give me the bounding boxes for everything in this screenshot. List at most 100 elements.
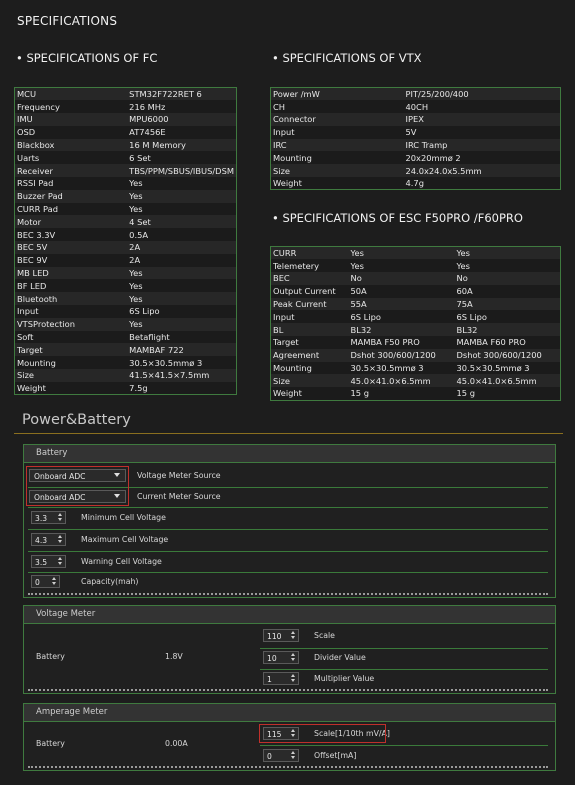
offset-label: Offset[mA] [314, 751, 357, 760]
spec-value: 16 M Memory [127, 138, 237, 152]
spec-label: IMU [14, 113, 128, 126]
warn-cell-value: 3.5 [35, 558, 48, 567]
spinner-arrows-icon[interactable] [56, 557, 64, 566]
spec-value: 24.0x24.0x5.5mm [403, 164, 561, 178]
amperage-meter-name: Battery [36, 739, 65, 748]
spec-label: Peak Current [270, 297, 349, 311]
spec-label: Input [270, 125, 404, 139]
spec-row: Soft Betaflight [14, 330, 237, 344]
spec-value: Betaflight [127, 330, 237, 344]
divider-value-input[interactable]: 10 [263, 651, 299, 664]
spec-row: MCU STM32F722RET 6 [14, 87, 237, 101]
max-cell-voltage-input[interactable]: 4.3 [31, 533, 66, 546]
spec-value: No [454, 272, 561, 285]
warning-cell-voltage-input[interactable]: 3.5 [31, 555, 66, 568]
spec-row: Mounting 30.5×30.5mmø 3 30.5×30.5mmø 3 [270, 361, 561, 375]
spec-row: Motor 4 Set [14, 215, 237, 229]
max-cell-label: Maximum Cell Voltage [81, 535, 169, 544]
spinner-arrows-icon[interactable] [289, 751, 297, 760]
page-title: SPECIFICATIONS [17, 14, 118, 28]
spec-value: 0.5A [127, 228, 237, 242]
spec-label: Mounting [270, 151, 404, 165]
spec-label: MCU [14, 87, 128, 101]
offset-value: 0 [267, 752, 272, 761]
spec-value: 30.5×30.5mmø 3 [454, 361, 561, 375]
spinner-arrows-icon[interactable] [289, 631, 297, 640]
spec-value: TBS/PPM/SBUS/IBUS/DSM [127, 164, 237, 178]
spec-row: Mounting 30.5×30.5mmø 3 [14, 356, 237, 370]
spinner-arrows-icon[interactable] [56, 513, 64, 522]
amperage-meter-panel: Amperage Meter Battery 0.00A 115 Scale[1… [23, 703, 556, 771]
spec-row: Agreement Dshot 300/600/1200 Dshot 300/600… [270, 348, 561, 362]
spec-value: 2A [127, 241, 237, 254]
spec-label: BL [270, 323, 349, 337]
spec-label: BEC [270, 272, 349, 285]
spec-value: 60A [454, 284, 561, 298]
spec-value: PIT/25/200/400 [403, 87, 561, 101]
spec-value: Yes [127, 177, 237, 190]
divider-label: Divider Value [314, 653, 366, 662]
spec-label: Target [14, 343, 128, 357]
min-cell-label: Minimum Cell Voltage [81, 513, 166, 522]
spinner-arrows-icon[interactable] [289, 653, 297, 662]
min-cell-voltage-input[interactable]: 3.3 [31, 511, 66, 524]
spec-label: Agreement [270, 348, 349, 362]
spec-row: Telemetery Yes Yes [270, 259, 561, 273]
spec-value: No [348, 272, 455, 285]
dotted-divider [28, 766, 548, 768]
spec-label: Input [14, 305, 128, 318]
voltage-scale-input[interactable]: 110 [263, 629, 299, 642]
spec-value: MAMBA F60 PRO [454, 336, 561, 349]
spec-row: IMU MPU6000 [14, 113, 237, 126]
max-cell-value: 4.3 [35, 536, 48, 545]
divider-value: 10 [267, 654, 277, 663]
spec-row: Target MAMBA F50 PRO MAMBA F60 PRO [270, 336, 561, 349]
spec-row: Size 24.0x24.0x5.5mm [270, 164, 561, 178]
spec-label: Size [270, 164, 404, 178]
spec-label: VTSProtection [14, 317, 128, 331]
spec-value: Yes [348, 259, 455, 273]
spec-label: Mounting [270, 361, 349, 375]
spec-value: STM32F722RET 6 [127, 87, 237, 101]
spec-label: Target [270, 336, 349, 349]
spec-row: BEC No No [270, 272, 561, 285]
spec-value: Yes [127, 292, 237, 306]
spec-row: BEC 9V 2A [14, 253, 237, 267]
spec-value: 41.5×41.5×7.5mm [127, 369, 237, 382]
spec-row: BF LED Yes [14, 279, 237, 293]
offset-input[interactable]: 0 [263, 749, 299, 762]
spec-value: IPEX [403, 113, 561, 126]
spec-label: Mounting [14, 356, 128, 370]
amperage-meter-header: Amperage Meter [24, 704, 555, 722]
spec-row: IRC IRC Tramp [270, 138, 561, 152]
spec-value: 15 g [348, 387, 455, 401]
spec-row: BL BL32 BL32 [270, 323, 561, 337]
esc-spec-table: CURR Yes Yes Telemetery Yes Yes BEC No No Output … [270, 246, 561, 401]
spec-row: Connector IPEX [270, 113, 561, 126]
spec-label: Weight [270, 387, 349, 401]
spec-label: Connector [270, 113, 404, 126]
spec-value: 6S Lipo [348, 310, 455, 324]
spec-row: Size 41.5×41.5×7.5mm [14, 369, 237, 382]
spec-label: Size [270, 374, 349, 388]
spec-row: Output Current 50A 60A [270, 284, 561, 298]
spec-row: OSD AT7456E [14, 125, 237, 139]
capacity-input[interactable]: 0 [31, 575, 60, 588]
source-highlight-box [26, 466, 129, 506]
spec-row: CH 40CH [270, 100, 561, 114]
multiplier-value-input[interactable]: 1 [263, 672, 299, 685]
voltage-scale-row [260, 627, 548, 649]
spec-row: CURR Yes Yes [270, 246, 561, 260]
spec-value: 6S Lipo [454, 310, 561, 324]
spec-value: 15 g [454, 387, 561, 401]
spec-row: BEC 5V 2A [14, 241, 237, 254]
fc-spec-table: MCU STM32F722RET 6 Frequency 216 MHz IMU MPU6… [14, 87, 237, 396]
spinner-arrows-icon[interactable] [289, 674, 297, 683]
spinner-arrows-icon[interactable] [50, 577, 58, 586]
spinner-arrows-icon[interactable] [56, 535, 64, 544]
voltage-source-label: Voltage Meter Source [137, 471, 221, 480]
spec-label: CURR [270, 246, 349, 260]
spec-label: Motor [14, 215, 128, 229]
spec-label: Telemetery [270, 259, 349, 273]
min-cell-value: 3.3 [35, 514, 48, 523]
